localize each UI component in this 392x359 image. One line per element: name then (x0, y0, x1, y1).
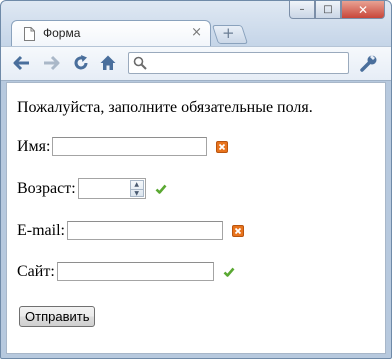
website-input[interactable] (56, 262, 214, 281)
forward-arrow-icon (44, 55, 60, 71)
close-window-button[interactable]: ✕ (341, 1, 385, 19)
home-button[interactable] (98, 53, 118, 73)
website-label: Сайт: (17, 262, 55, 280)
email-row: E-mail: (17, 221, 244, 240)
maximize-button[interactable]: □ (315, 1, 341, 19)
window-controls: – □ ✕ (289, 1, 385, 21)
browser-window: Форма × + – □ ✕ Пожалуйста, заполните об… (0, 0, 392, 359)
email-label: E-mail: (17, 221, 65, 239)
tab-strip: Форма × + – □ ✕ (1, 1, 391, 48)
toolbar (1, 46, 391, 81)
website-row: Сайт: (17, 262, 235, 281)
spin-down-icon[interactable]: ▼ (131, 190, 143, 198)
address-bar[interactable] (128, 52, 349, 74)
home-icon (100, 55, 116, 70)
spin-buttons[interactable]: ▲ ▼ (129, 180, 144, 198)
page-content: Пожалуйста, заполните обязательные поля.… (6, 82, 386, 354)
page-icon (24, 27, 35, 41)
reload-icon (74, 55, 88, 70)
tab-close-icon[interactable]: × (191, 25, 202, 41)
forward-button[interactable] (41, 53, 61, 73)
age-row: Возраст: ▲ ▼ (17, 178, 167, 199)
valid-check-icon (223, 267, 235, 277)
age-stepper[interactable]: ▲ ▼ (77, 178, 146, 199)
name-input[interactable] (52, 137, 208, 156)
minimize-button[interactable]: – (289, 1, 315, 19)
age-label: Возраст: (17, 179, 76, 197)
settings-menu-button[interactable] (359, 53, 379, 73)
search-icon (133, 56, 147, 70)
name-row: Имя: (17, 137, 229, 156)
email-input[interactable] (66, 221, 223, 240)
name-label: Имя: (17, 137, 51, 155)
invalid-icon (216, 140, 229, 153)
valid-check-icon (155, 184, 167, 194)
plus-icon: + (222, 24, 235, 42)
back-arrow-icon (13, 55, 29, 71)
reload-button[interactable] (71, 53, 91, 73)
address-input[interactable] (151, 54, 341, 71)
invalid-icon (231, 224, 244, 237)
tab-forma[interactable]: Форма × (11, 20, 211, 48)
back-button[interactable] (12, 53, 32, 73)
tab-title: Форма (43, 26, 81, 40)
form-instructions: Пожалуйста, заполните обязательные поля. (17, 99, 313, 116)
wrench-icon (360, 55, 377, 72)
spin-up-icon[interactable]: ▲ (130, 181, 143, 190)
submit-button[interactable]: Отправить (19, 306, 96, 327)
